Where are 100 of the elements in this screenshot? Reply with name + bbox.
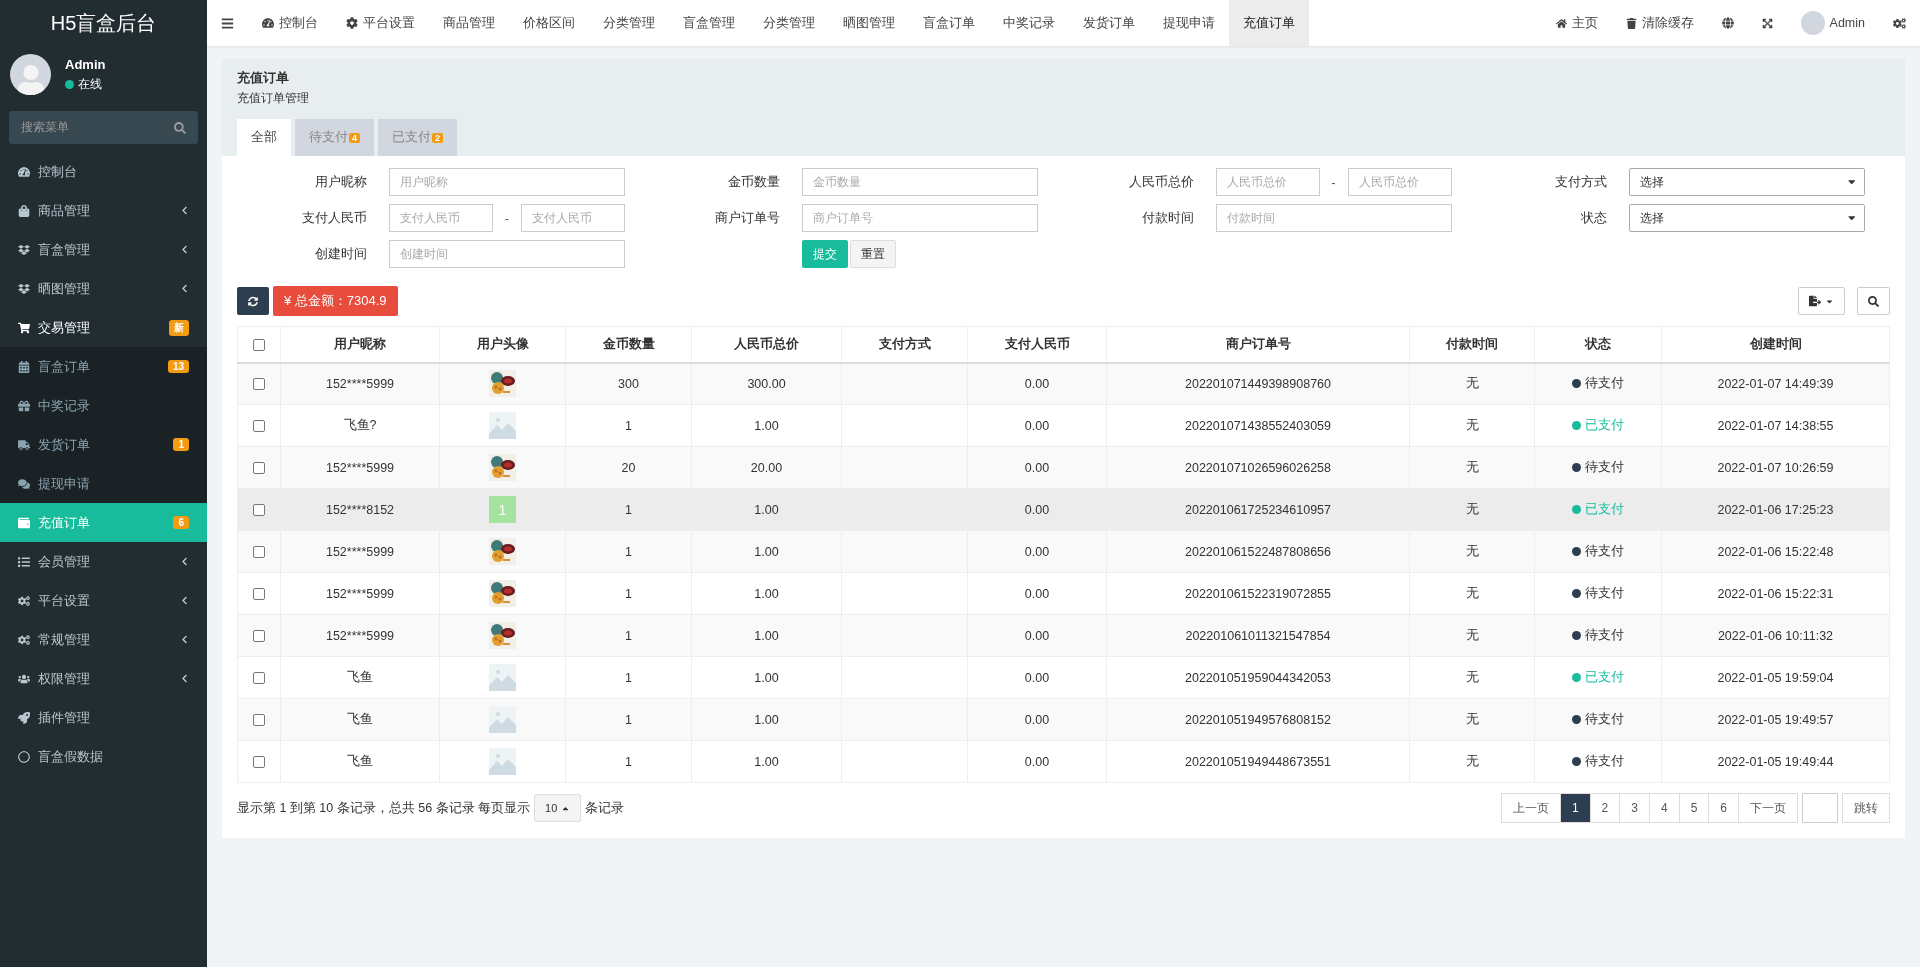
records-summary: 显示第 1 到第 10 条记录，总共 56 条记录 每页显示 [237,799,531,817]
menu-item[interactable]: 插件管理 [0,698,207,737]
nav-tab[interactable]: 晒图管理 [829,0,909,46]
user-menu[interactable]: Admin [1786,0,1879,46]
input-field[interactable]: 支付人民币 [521,204,625,232]
total-amount-button[interactable]: ¥ 总金额：7304.9 [273,286,398,316]
refresh-button[interactable] [237,287,269,315]
table-cell: 无 [1409,404,1535,447]
nav-tab[interactable]: 发货订单 [1069,0,1149,46]
calendar-icon [18,360,30,373]
table-cell: 无 [1409,698,1535,741]
page-button[interactable]: 3 [1619,793,1650,823]
select-field[interactable]: 选择 [1628,168,1865,196]
reset-button[interactable]: 重置 [850,240,897,268]
column-header: 金币数量 [565,326,692,363]
table-cell: 1 [565,530,692,573]
nav-tab[interactable]: 分类管理 [589,0,669,46]
chevron-icon [180,557,189,566]
field-label: 用户昵称 [314,173,367,191]
table-cell: 1 [565,572,692,615]
menu-item[interactable]: 商品管理 [0,191,207,230]
nav-tab[interactable]: 平台设置 [332,0,429,46]
column-header: 人民币总价 [691,326,842,363]
page-input[interactable] [1802,793,1838,823]
avatar-icon [10,54,51,95]
table-cell: 0.00 [967,740,1107,783]
table-cell: 202201051949576808152 [1106,698,1410,741]
image-placeholder-icon [489,412,516,439]
checkbox[interactable] [253,672,265,685]
page-title: 充值订单 [237,70,290,87]
page-button[interactable]: 6 [1708,793,1739,823]
nav-link[interactable]: 主页 [1541,0,1612,46]
search-button[interactable] [1857,287,1890,315]
menu-item[interactable]: 权限管理 [0,659,207,698]
checkbox[interactable] [253,378,265,391]
select-field[interactable]: 选择 [1628,204,1865,232]
nav-tab[interactable]: 盲盒订单 [909,0,989,46]
table-cell: 202201071438552403059 [1106,404,1410,447]
menu-item[interactable]: 盲盒假数据 [0,737,207,776]
page-button[interactable]: 1 [1559,793,1591,823]
checkbox[interactable] [253,462,265,475]
input-field[interactable]: 人民币总价 [1347,168,1452,196]
table-cell: 无 [1409,572,1535,615]
field-label: 付款时间 [1140,209,1194,227]
page-button[interactable]: 4 [1648,793,1680,823]
checkbox[interactable] [253,546,265,559]
nav-tab[interactable]: 中奖记录 [989,0,1069,46]
table-cell: 202201061011321547854 [1106,614,1410,657]
search-icon [1868,295,1879,307]
page-button[interactable]: 下一页 [1738,793,1798,823]
checkbox[interactable] [253,714,265,727]
search-icon [174,121,186,134]
input-field[interactable]: 付款时间 [1215,204,1452,232]
nav-tab[interactable]: 充值订单 [1229,0,1309,46]
page-button[interactable]: 上一页 [1500,793,1561,823]
table-cell: 0.00 [967,404,1107,447]
menu-item[interactable]: 晒图管理 [0,269,207,308]
submenu-item[interactable]: 提现申请 [0,464,207,503]
menu-item[interactable]: 会员管理 [0,542,207,581]
input-field[interactable]: 人民币总价 [1215,168,1320,196]
dashboard-icon [262,17,274,29]
page-subtitle: 充值订单管理 [237,90,310,107]
page-size-select[interactable]: 10 [534,794,582,822]
nav-tab[interactable]: 商品管理 [429,0,509,46]
status-text: 已支付 [1585,669,1624,686]
checkbox[interactable] [253,504,265,517]
count-badge: 新 [169,319,189,336]
menu-item[interactable]: 盲盒管理 [0,230,207,269]
jump-button[interactable]: 跳转 [1842,793,1890,823]
checkbox[interactable] [253,338,265,351]
box-icon [18,282,30,295]
range-separator: - [503,210,511,226]
input-field[interactable]: 用户昵称 [389,168,625,196]
input-field[interactable]: 商户订单号 [802,204,1039,232]
menu-item[interactable]: 平台设置 [0,581,207,620]
checkbox[interactable] [253,756,265,769]
nav-tab[interactable]: 价格区间 [509,0,589,46]
nav-tab[interactable]: 盲盒管理 [669,0,749,46]
nav-tab[interactable]: 控制台 [248,0,332,46]
tab[interactable]: 全部 [237,119,291,156]
input-field[interactable]: 创建时间 [389,240,625,268]
menu-item[interactable]: 常规管理 [0,620,207,659]
table-cell: 2022-01-06 17:25:23 [1661,488,1890,531]
checkbox[interactable] [253,420,265,433]
nav-tab[interactable]: 分类管理 [749,0,829,46]
submenu-item[interactable]: 中奖记录 [0,386,207,425]
field-label: 商户订单号 [714,209,781,227]
table-cell: 1.00 [691,656,842,699]
checkbox[interactable] [253,630,265,643]
submenu-item[interactable]: 盲盒订单 13 [0,347,207,386]
menu-item[interactable]: 控制台 [0,152,207,191]
menu-item[interactable]: 交易管理 新 [0,308,207,347]
submenu-item[interactable]: 发货订单 1 [0,425,207,464]
export-button[interactable] [1798,287,1845,315]
input-field[interactable]: 支付人民币 [389,204,493,232]
nav-link[interactable]: 清除缓存 [1611,0,1708,46]
table-cell: 无 [1409,740,1535,783]
nav-tab[interactable]: 提现申请 [1149,0,1229,46]
input-field[interactable]: 金币数量 [802,168,1039,196]
checkbox[interactable] [253,588,265,601]
